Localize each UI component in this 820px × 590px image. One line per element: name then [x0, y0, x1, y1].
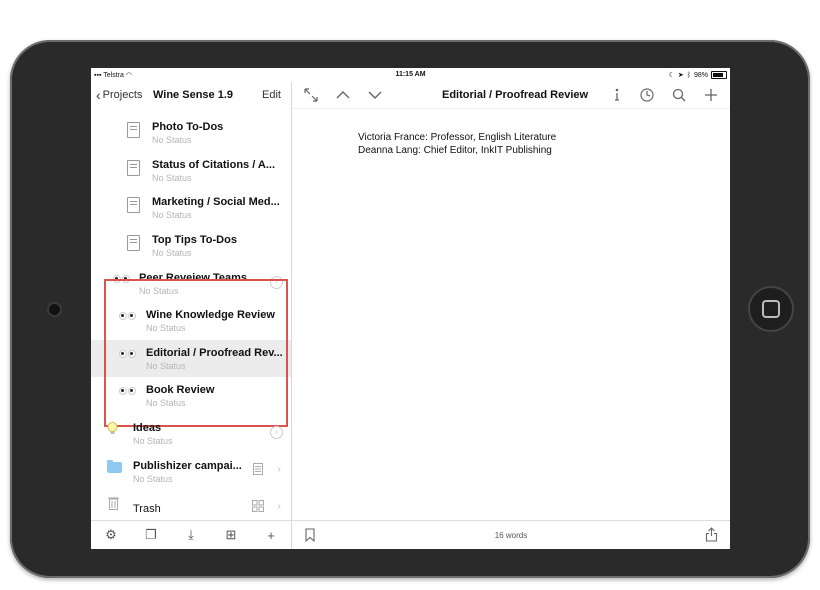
- search-icon[interactable]: [671, 87, 687, 103]
- list-item[interactable]: Peer Reveiew Teams No Status ›: [91, 265, 291, 302]
- eyes-icon: [113, 275, 131, 285]
- status-right: ☾ ➤ ᛒ 98%: [669, 71, 727, 79]
- list-item[interactable]: Marketing / Social Med... No Status: [91, 189, 291, 226]
- eyes-icon: [119, 350, 137, 360]
- home-button[interactable]: [748, 286, 794, 332]
- list-item-selected[interactable]: Editorial / Proofread Rev... No Status: [91, 340, 291, 377]
- chevron-right-circle-icon[interactable]: ›: [270, 276, 283, 289]
- list-item[interactable]: Status of Citations / A... No Status: [91, 152, 291, 189]
- list-item[interactable]: Photo To-Dos No Status: [91, 114, 291, 151]
- battery-icon: [711, 71, 727, 79]
- edit-button[interactable]: Edit: [262, 89, 281, 101]
- editor-title: Editorial / Proofread Review: [442, 89, 589, 101]
- editor: Editorial / Proofread Review Victoria Fr…: [292, 82, 730, 549]
- expand-icon[interactable]: [303, 87, 319, 103]
- back-button[interactable]: ‹ Projects: [96, 87, 142, 103]
- new-folder-icon[interactable]: ⊞: [224, 527, 238, 542]
- editor-footer: 16 words: [292, 520, 730, 549]
- sidebar-toolbar: ⚙ ❐ ⤓ ⊞ +: [91, 520, 291, 549]
- editor-body[interactable]: Victoria France: Professor, English Lite…: [358, 131, 556, 157]
- eyes-icon: [119, 387, 137, 397]
- document-icon: [127, 197, 140, 213]
- chevron-down-icon[interactable]: [367, 87, 383, 103]
- document-icon: [127, 160, 140, 176]
- chevron-left-icon: ‹: [96, 87, 101, 103]
- import-icon[interactable]: ⤓: [184, 527, 198, 542]
- editor-line: Deanna Lang: Chief Editor, InkIT Publish…: [358, 145, 552, 156]
- sidebar: ‹ Projects Wine Sense 1.9 Edit Photo To-…: [91, 82, 292, 549]
- chevron-right-circle-icon[interactable]: ›: [270, 426, 283, 439]
- document-icon: [127, 235, 140, 251]
- clock-icon[interactable]: [639, 87, 655, 103]
- copy-icon[interactable]: ❐: [144, 527, 158, 542]
- share-icon[interactable]: [705, 527, 718, 542]
- add-icon[interactable]: +: [264, 528, 278, 543]
- status-bar: ▪▪▪ Telstra ◠ 11:15 AM ☾ ➤ ᛒ 98%: [91, 68, 730, 82]
- moon-icon: ☾: [668, 72, 675, 79]
- document-small-icon: [253, 463, 263, 475]
- project-title: Wine Sense 1.9: [153, 89, 233, 101]
- editor-line: Victoria France: Professor, English Lite…: [358, 132, 557, 143]
- add-icon[interactable]: [703, 87, 719, 103]
- list-item[interactable]: Publishizer campai... No Status ›: [91, 453, 291, 490]
- status-time: 11:15 AM: [395, 71, 426, 78]
- editor-nav: Editorial / Proofread Review: [292, 82, 730, 109]
- chevron-up-icon[interactable]: [335, 87, 351, 103]
- lightbulb-icon: [107, 422, 118, 434]
- battery-percent: 98%: [693, 71, 708, 79]
- word-count: 16 words: [494, 531, 528, 540]
- list-item[interactable]: Top Tips To-Dos No Status: [91, 227, 291, 264]
- folder-icon: [107, 460, 122, 473]
- settings-icon[interactable]: ⚙: [104, 527, 118, 542]
- camera: [47, 302, 62, 317]
- eyes-icon: [119, 312, 137, 322]
- grid-icon: [252, 500, 264, 512]
- chevron-right-icon[interactable]: ›: [278, 501, 281, 512]
- list-item[interactable]: Wine Knowledge Review No Status: [91, 302, 291, 339]
- document-icon: [127, 122, 140, 138]
- sidebar-nav: ‹ Projects Wine Sense 1.9 Edit: [91, 82, 291, 108]
- bluetooth-icon: ᛒ: [686, 71, 691, 79]
- location-icon: ➤: [677, 72, 684, 79]
- chevron-right-icon[interactable]: ›: [278, 464, 281, 475]
- screen: ▪▪▪ Telstra ◠ 11:15 AM ☾ ➤ ᛒ 98% ‹ Proje…: [91, 68, 730, 549]
- info-icon[interactable]: [608, 87, 624, 103]
- trash-icon: [108, 497, 119, 510]
- list-item[interactable]: Book Review No Status: [91, 377, 291, 414]
- list-item[interactable]: Ideas No Status ›: [91, 415, 291, 452]
